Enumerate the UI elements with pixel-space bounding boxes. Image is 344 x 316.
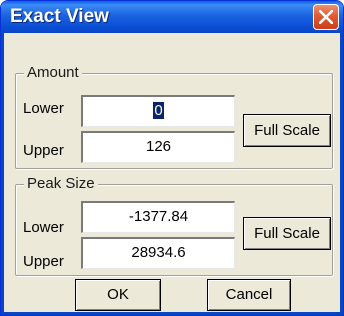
peak-size-group-title: Peak Size bbox=[24, 175, 98, 192]
peak-size-full-scale-label: Full Scale bbox=[254, 225, 320, 242]
amount-full-scale-label: Full Scale bbox=[254, 122, 320, 139]
window-frame-right bbox=[340, 33, 343, 315]
close-button[interactable] bbox=[313, 4, 339, 30]
peak-size-full-scale-button[interactable]: Full Scale bbox=[243, 217, 331, 250]
peak-size-lower-value: -1377.84 bbox=[128, 208, 189, 225]
amount-full-scale-button[interactable]: Full Scale bbox=[243, 114, 331, 147]
peak-size-upper-value: 28934.6 bbox=[131, 244, 186, 261]
title-bar[interactable]: Exact View bbox=[1, 1, 343, 33]
amount-upper-input[interactable]: 126 bbox=[81, 131, 235, 163]
peak-size-upper-input[interactable]: 28934.6 bbox=[81, 237, 235, 269]
close-icon bbox=[319, 10, 333, 24]
cancel-button[interactable]: Cancel bbox=[207, 279, 291, 311]
window-frame-bottom bbox=[1, 312, 343, 315]
window-frame-left bbox=[1, 33, 4, 315]
exact-view-dialog: Exact View Amount Lower 0 Upper 126 Full… bbox=[0, 0, 344, 316]
amount-group-title: Amount bbox=[24, 64, 82, 81]
amount-lower-label: Lower bbox=[23, 100, 64, 117]
ok-button-label: OK bbox=[107, 286, 129, 303]
amount-lower-value: 0 bbox=[153, 102, 164, 119]
ok-button[interactable]: OK bbox=[75, 279, 161, 311]
amount-upper-label: Upper bbox=[23, 142, 64, 159]
amount-upper-value: 126 bbox=[145, 138, 172, 155]
peak-size-lower-label: Lower bbox=[23, 219, 64, 236]
peak-size-lower-input[interactable]: -1377.84 bbox=[81, 201, 235, 233]
peak-size-upper-label: Upper bbox=[23, 253, 64, 270]
window-title: Exact View bbox=[10, 6, 109, 27]
amount-lower-input[interactable]: 0 bbox=[81, 95, 235, 127]
cancel-button-label: Cancel bbox=[225, 286, 273, 303]
